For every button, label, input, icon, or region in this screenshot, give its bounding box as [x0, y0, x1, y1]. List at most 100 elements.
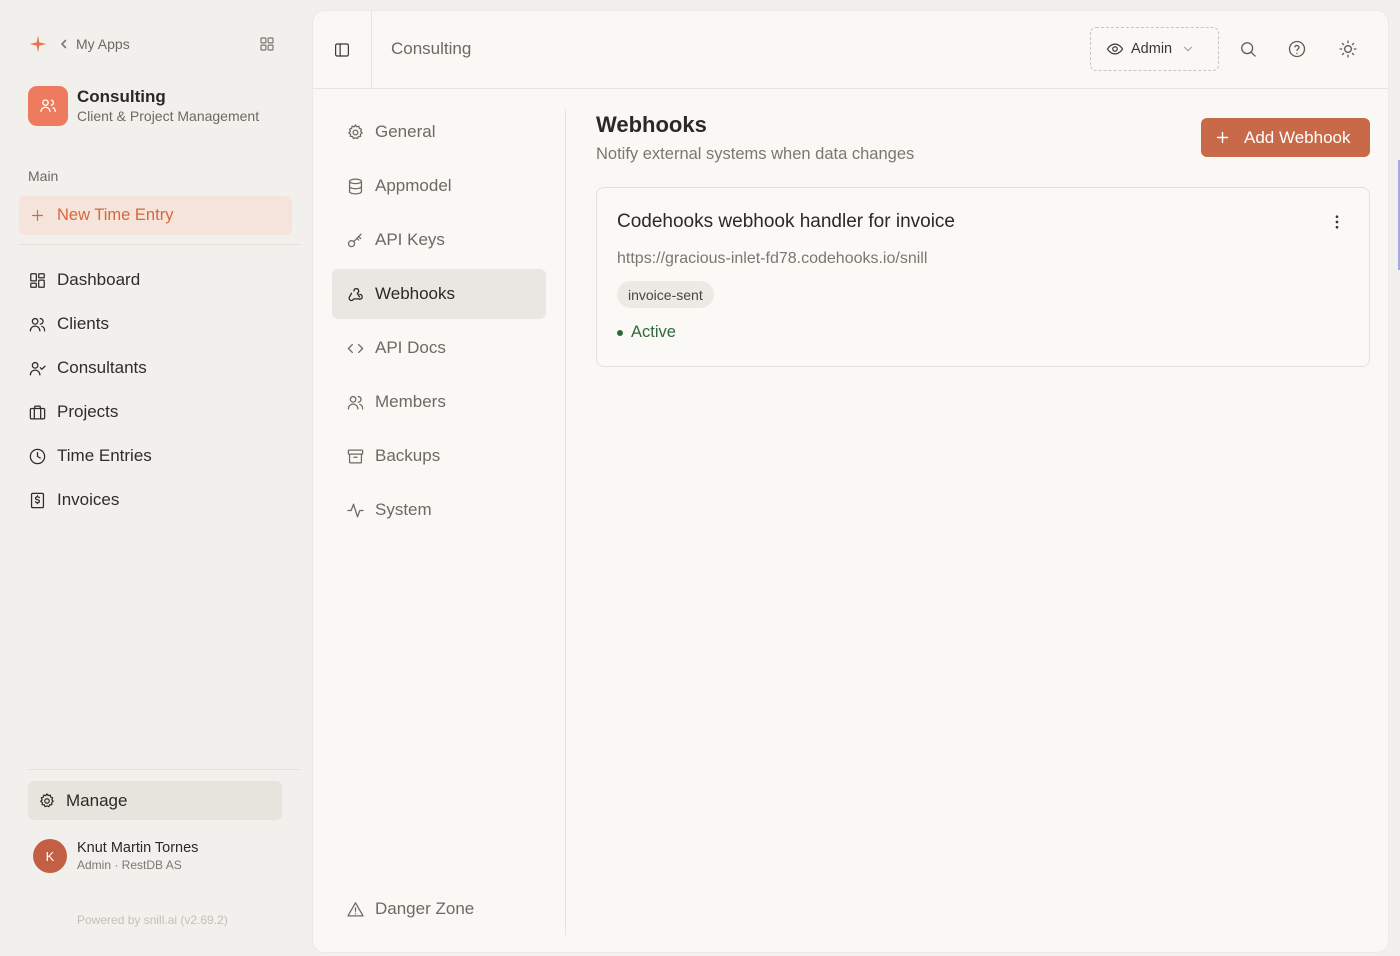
sidebar-item-label: Time Entries	[57, 446, 152, 465]
sidebar-item-projects[interactable]: Projects	[28, 390, 298, 434]
powered-by-text: Powered by snill.ai (v2.69.2)	[77, 913, 228, 927]
settings-item-label: Appmodel	[375, 176, 452, 195]
apps-grid-icon[interactable]	[258, 35, 276, 53]
settings-divider	[565, 109, 566, 935]
clock-icon	[28, 447, 47, 466]
search-icon	[1238, 39, 1258, 59]
manage-label: Manage	[66, 790, 128, 810]
add-webhook-label: Add Webhook	[1244, 127, 1351, 147]
webhook-icon	[346, 285, 365, 304]
sidebar-divider	[28, 769, 300, 770]
sidebar-item-invoices[interactable]: Invoices	[28, 478, 298, 522]
eye-icon	[1106, 40, 1124, 58]
settings-item-label: Webhooks	[375, 284, 456, 303]
sidebar-item-dashboard[interactable]: Dashboard	[28, 258, 298, 302]
theme-toggle-button[interactable]	[1336, 37, 1360, 61]
chevron-down-icon	[1181, 42, 1195, 56]
sidebar-item-clients[interactable]: Clients	[28, 302, 298, 346]
app-subtitle: Client & Project Management	[77, 108, 260, 124]
section-subtitle: Notify external systems when data change…	[596, 145, 915, 163]
event-tag: invoice-sent	[617, 281, 714, 308]
settings-item-appmodel[interactable]: Appmodel	[332, 161, 546, 211]
dashboard-icon	[28, 271, 47, 290]
activity-icon	[346, 501, 365, 520]
role-selector[interactable]: Admin	[1090, 27, 1219, 71]
settings-item-api-docs[interactable]: API Docs	[332, 323, 546, 373]
current-app-card[interactable]: Consulting Client & Project Management	[28, 86, 259, 126]
sidebar-item-consultants[interactable]: Consultants	[28, 346, 298, 390]
settings-nav: General Appmodel API Keys Webhooks API D…	[332, 107, 546, 539]
app-name: Consulting	[77, 87, 166, 106]
plus-icon	[1214, 129, 1231, 146]
settings-item-general[interactable]: General	[332, 107, 546, 157]
role-selector-label: Admin	[1131, 41, 1173, 57]
add-webhook-button[interactable]: Add Webhook	[1201, 118, 1370, 157]
settings-item-label: System	[375, 500, 432, 519]
more-options-button[interactable]	[1327, 212, 1347, 232]
snill-logo-icon[interactable]	[28, 34, 48, 54]
sidebar-item-time-entries[interactable]: Time Entries	[28, 434, 298, 478]
user-check-icon	[28, 359, 47, 378]
sun-icon	[1338, 39, 1358, 59]
avatar: K	[33, 839, 67, 873]
webhook-url: https://gracious-inlet-fd78.codehooks.io…	[617, 250, 928, 267]
settings-item-label: Backups	[375, 446, 441, 465]
sidebar-nav: Dashboard Clients Consultants Projects T…	[28, 258, 298, 522]
sidebar-item-label: Invoices	[57, 490, 120, 509]
main-panel: Consulting Admin General Appmodel API Ke…	[312, 10, 1389, 953]
archive-icon	[346, 447, 365, 466]
section-title: Webhooks	[596, 112, 707, 137]
database-icon	[346, 177, 365, 196]
user-profile[interactable]: K Knut Martin Tornes Admin · RestDB AS	[33, 839, 198, 873]
briefcase-icon	[28, 403, 47, 422]
sidebar-item-label: Clients	[57, 314, 109, 333]
app-sidebar: My Apps Consulting Client & Project Mana…	[0, 0, 312, 956]
settings-item-api-keys[interactable]: API Keys	[332, 215, 546, 265]
webhook-card[interactable]: Codehooks webhook handler for invoice ht…	[596, 187, 1370, 367]
webhook-name: Codehooks webhook handler for invoice	[617, 211, 955, 232]
help-circle-icon	[1287, 39, 1307, 59]
sidebar-item-label: Dashboard	[57, 270, 141, 289]
search-button[interactable]	[1236, 37, 1260, 61]
new-time-entry-button[interactable]: New Time Entry	[19, 196, 292, 235]
sidebar-section-label: Main	[28, 168, 59, 184]
key-icon	[346, 231, 365, 250]
gear-icon	[346, 123, 365, 142]
status-badge: Active	[617, 323, 676, 342]
sidebar-item-label: Consultants	[57, 358, 147, 377]
app-avatar	[28, 86, 68, 126]
settings-item-webhooks[interactable]: Webhooks	[332, 269, 546, 319]
users-icon	[28, 315, 47, 334]
sidebar-toggle-button[interactable]	[313, 11, 372, 88]
code-icon	[346, 339, 365, 358]
status-label: Active	[631, 323, 676, 341]
help-button[interactable]	[1285, 37, 1309, 61]
invoice-icon	[28, 491, 47, 510]
top-header: Consulting Admin	[313, 11, 1388, 89]
danger-zone-label: Danger Zone	[375, 899, 475, 918]
more-vertical-icon	[1328, 213, 1346, 231]
settings-item-label: API Keys	[375, 230, 445, 249]
sidebar-item-label: Projects	[57, 402, 119, 421]
plus-icon	[29, 207, 46, 224]
settings-item-system[interactable]: System	[332, 485, 546, 535]
sidebar-divider	[19, 244, 300, 245]
sidebar-panel-icon	[333, 41, 351, 59]
page-title: Consulting	[391, 39, 472, 58]
settings-item-members[interactable]: Members	[332, 377, 546, 427]
settings-item-label: API Docs	[375, 338, 446, 357]
settings-item-backups[interactable]: Backups	[332, 431, 546, 481]
app-switcher-bar: My Apps	[28, 32, 276, 56]
warning-triangle-icon	[346, 900, 365, 919]
settings-item-label: Members	[375, 392, 446, 411]
new-time-entry-label: New Time Entry	[57, 206, 174, 224]
manage-button[interactable]: Manage	[28, 781, 282, 820]
users-icon	[40, 99, 56, 112]
user-name: Knut Martin Tornes	[77, 840, 199, 856]
chevron-left-icon[interactable]	[58, 38, 70, 50]
my-apps-link[interactable]: My Apps	[76, 36, 130, 52]
users-icon	[346, 393, 365, 412]
status-dot	[617, 329, 623, 336]
settings-item-label: General	[375, 122, 436, 141]
settings-item-danger-zone[interactable]: Danger Zone	[332, 884, 546, 934]
